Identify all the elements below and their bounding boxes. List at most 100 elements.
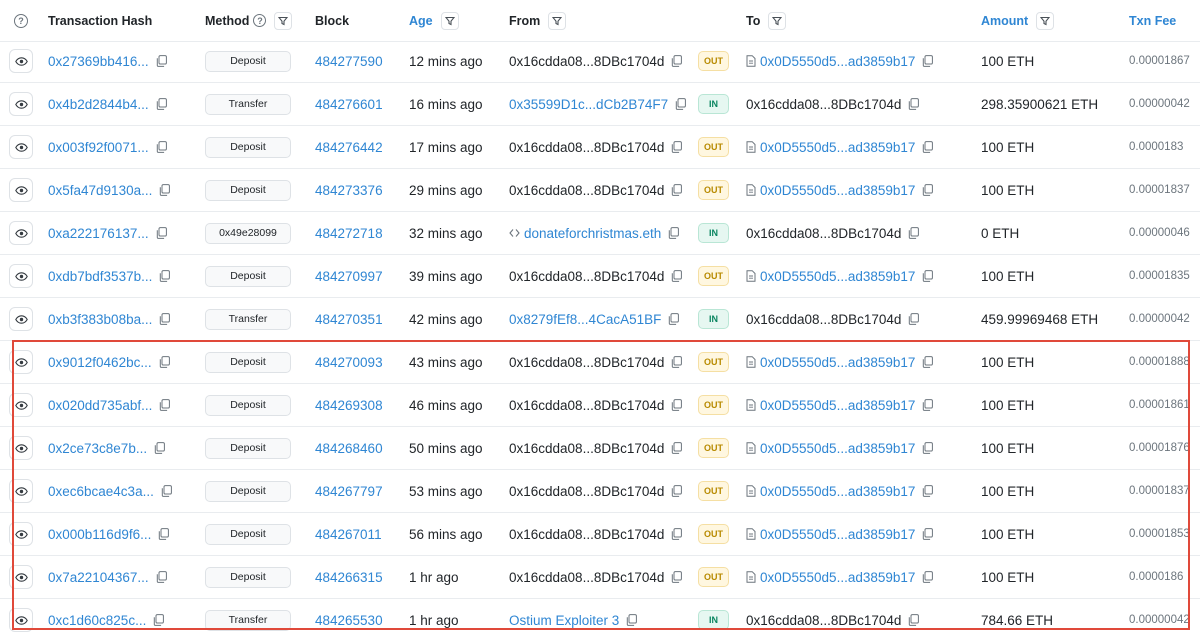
view-details-button[interactable] — [9, 178, 33, 202]
view-details-button[interactable] — [9, 307, 33, 331]
copy-icon[interactable] — [159, 356, 170, 368]
copy-icon[interactable] — [671, 399, 683, 411]
txn-fee-header[interactable]: Txn Fee — [1129, 0, 1176, 41]
block-link[interactable]: 484277590 — [315, 54, 383, 69]
copy-icon[interactable] — [159, 399, 171, 411]
tx-hash-link[interactable]: 0xec6bcae4c3a... — [48, 484, 154, 499]
view-details-button[interactable] — [9, 436, 33, 460]
copy-icon[interactable] — [908, 614, 920, 626]
tx-hash-link[interactable]: 0x003f92f0071... — [48, 140, 149, 155]
to-address[interactable]: 0x0D5550d5...ad3859b17 — [760, 398, 915, 413]
copy-icon[interactable] — [922, 485, 934, 497]
copy-icon[interactable] — [159, 313, 171, 325]
copy-icon[interactable] — [156, 227, 167, 239]
tx-hash-link[interactable]: 0x4b2d2844b4... — [48, 97, 149, 112]
method-filter-button[interactable] — [274, 11, 293, 30]
copy-icon[interactable] — [922, 141, 934, 153]
view-details-button[interactable] — [9, 221, 33, 245]
to-address[interactable]: 0x0D5550d5...ad3859b17 — [760, 441, 915, 456]
copy-icon[interactable] — [675, 98, 687, 110]
view-details-button[interactable] — [9, 350, 33, 374]
copy-icon[interactable] — [908, 313, 920, 325]
to-address[interactable]: 0x0D5550d5...ad3859b17 — [760, 269, 915, 284]
copy-icon[interactable] — [671, 528, 683, 540]
copy-icon[interactable] — [156, 98, 167, 110]
from-address[interactable]: 0x8279fEf8...4CacA51BF — [509, 312, 661, 327]
view-details-button[interactable] — [9, 393, 33, 417]
block-link[interactable]: 484276442 — [315, 140, 383, 155]
copy-icon[interactable] — [908, 98, 920, 110]
copy-icon[interactable] — [161, 485, 172, 497]
help-column-header[interactable]: ? — [14, 0, 28, 41]
from-address[interactable]: Ostium Exploiter 3 — [509, 613, 619, 628]
view-details-button[interactable] — [9, 92, 33, 116]
tx-hash-link[interactable]: 0xc1d60c825c... — [48, 613, 146, 628]
tx-hash-link[interactable]: 0x9012f0462bc... — [48, 355, 152, 370]
copy-icon[interactable] — [671, 442, 683, 454]
block-link[interactable]: 484273376 — [315, 183, 383, 198]
age-filter-button[interactable] — [440, 11, 459, 30]
copy-icon[interactable] — [922, 184, 934, 196]
tx-hash-link[interactable]: 0x2ce73c8e7b... — [48, 441, 147, 456]
copy-icon[interactable] — [159, 270, 171, 282]
copy-icon[interactable] — [671, 270, 683, 282]
amount-filter-button[interactable] — [1036, 11, 1055, 30]
copy-icon[interactable] — [626, 614, 638, 626]
amount-header[interactable]: Amount — [981, 0, 1055, 41]
block-link[interactable]: 484267011 — [315, 527, 382, 542]
copy-icon[interactable] — [156, 55, 167, 67]
to-address[interactable]: 0x0D5550d5...ad3859b17 — [760, 140, 915, 155]
copy-icon[interactable] — [922, 55, 934, 67]
block-link[interactable]: 484276601 — [315, 97, 383, 112]
block-link[interactable]: 484270997 — [315, 269, 383, 284]
copy-icon[interactable] — [158, 528, 170, 540]
question-circle-icon[interactable]: ? — [253, 14, 267, 27]
copy-icon[interactable] — [922, 442, 934, 454]
tx-hash-link[interactable]: 0x5fa47d9130a... — [48, 183, 152, 198]
to-address[interactable]: 0x0D5550d5...ad3859b17 — [760, 570, 915, 585]
copy-icon[interactable] — [922, 399, 934, 411]
to-address[interactable]: 0x0D5550d5...ad3859b17 — [760, 484, 915, 499]
copy-icon[interactable] — [922, 356, 934, 368]
question-circle-icon[interactable]: ? — [14, 13, 28, 28]
tx-hash-link[interactable]: 0x020dd735abf... — [48, 398, 152, 413]
tx-hash-link[interactable]: 0x000b116d9f6... — [48, 527, 151, 542]
copy-icon[interactable] — [668, 227, 680, 239]
view-details-button[interactable] — [9, 479, 33, 503]
to-address[interactable]: 0x0D5550d5...ad3859b17 — [760, 183, 915, 198]
to-filter-button[interactable] — [768, 11, 787, 30]
copy-icon[interactable] — [671, 356, 683, 368]
view-details-button[interactable] — [9, 264, 33, 288]
copy-icon[interactable] — [671, 571, 683, 583]
view-details-button[interactable] — [9, 565, 33, 589]
copy-icon[interactable] — [671, 141, 683, 153]
from-filter-button[interactable] — [548, 11, 567, 30]
tx-hash-link[interactable]: 0x7a22104367... — [48, 570, 149, 585]
to-address[interactable]: 0x0D5550d5...ad3859b17 — [760, 54, 915, 69]
from-address[interactable]: 0x35599D1c...dCb2B74F7 — [509, 97, 668, 112]
copy-icon[interactable] — [922, 270, 934, 282]
block-link[interactable]: 484270351 — [315, 312, 383, 327]
copy-icon[interactable] — [154, 442, 165, 454]
view-details-button[interactable] — [9, 49, 33, 73]
age-header[interactable]: Age — [409, 0, 459, 41]
tx-hash-link[interactable]: 0xdb7bdf3537b... — [48, 269, 152, 284]
block-link[interactable]: 484270093 — [315, 355, 383, 370]
block-link[interactable]: 484265530 — [315, 613, 383, 628]
block-link[interactable]: 484267797 — [315, 484, 383, 499]
copy-icon[interactable] — [671, 184, 683, 196]
age-header-label[interactable]: Age — [409, 14, 433, 28]
copy-icon[interactable] — [671, 55, 683, 67]
copy-icon[interactable] — [671, 485, 683, 497]
tx-hash-link[interactable]: 0xa222176137... — [48, 226, 149, 241]
copy-icon[interactable] — [922, 571, 934, 583]
block-link[interactable]: 484268460 — [315, 441, 383, 456]
copy-icon[interactable] — [908, 227, 920, 239]
to-address[interactable]: 0x0D5550d5...ad3859b17 — [760, 527, 915, 542]
copy-icon[interactable] — [922, 528, 934, 540]
copy-icon[interactable] — [156, 571, 167, 583]
from-address[interactable]: donateforchristmas.eth — [524, 226, 661, 241]
amount-header-label[interactable]: Amount — [981, 14, 1028, 28]
view-details-button[interactable] — [9, 608, 33, 632]
to-address[interactable]: 0x0D5550d5...ad3859b17 — [760, 355, 915, 370]
